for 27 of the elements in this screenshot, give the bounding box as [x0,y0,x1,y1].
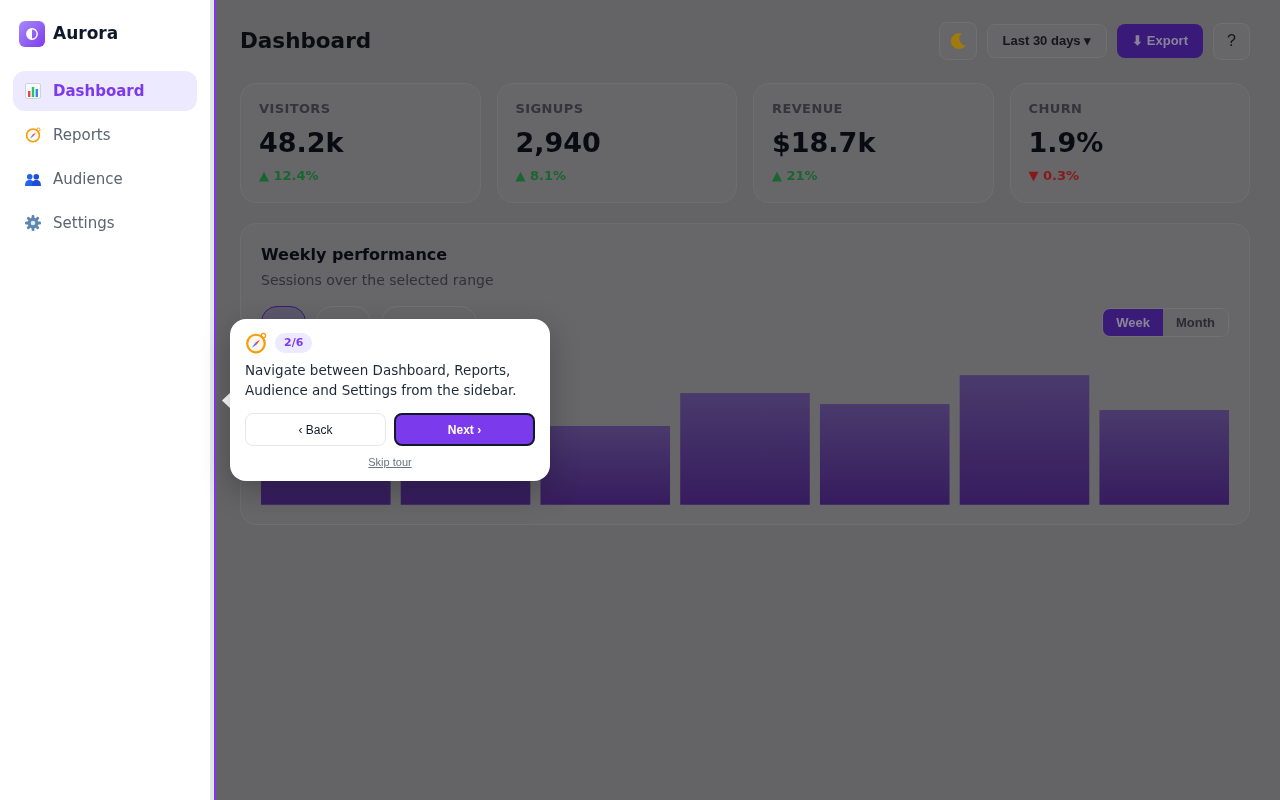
people-icon [25,171,41,187]
help-button[interactable]: ? [1213,22,1250,60]
compass-icon [245,332,267,354]
stat-value: 2,940 [515,126,602,160]
nav-item[interactable]: Settings [13,203,197,243]
page-title: Dashboard [240,26,372,55]
gear-icon [25,215,41,231]
theme-toggle-button[interactable] [938,22,977,60]
stat-value: 1.9% [1028,126,1105,160]
compass-icon [25,127,41,143]
nav-item[interactable]: Audience [13,159,197,199]
chart-title: Weekly performance [261,244,449,266]
moon-icon [948,32,967,50]
stat-change: ▼ 0.3% [1028,167,1081,185]
stat-value: $18.7k [772,126,877,160]
period-tab[interactable]: Week [1103,309,1163,336]
logo-icon [19,21,45,47]
stat-change: ▲ 21% [772,167,819,185]
nav-item[interactable]: Reports [13,115,197,155]
stat-change: ▲ 12.4% [259,167,320,185]
export-button[interactable]: ⬇ Export [1117,24,1203,58]
nav-item[interactable]: Dashboard [13,71,197,111]
brand-name: Aurora [53,22,119,46]
bar-chart-icon [25,83,41,99]
stat-change: ▲ 8.1% [515,167,568,185]
date-range-button[interactable]: Last 30 days ▾ [986,24,1108,58]
stat-value: 48.2k [259,126,345,160]
